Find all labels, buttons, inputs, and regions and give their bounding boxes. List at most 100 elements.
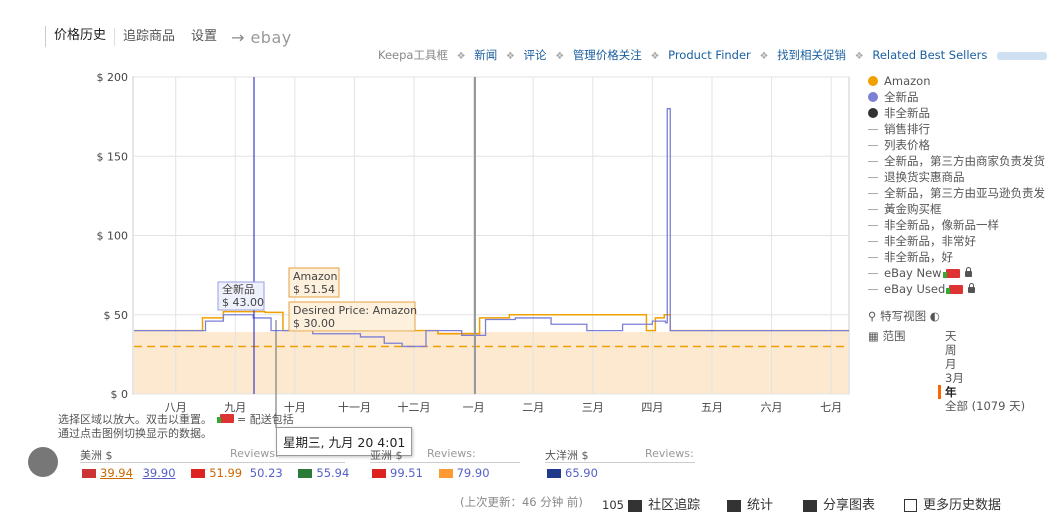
community-tracking-button[interactable]: 105 社区追踪 xyxy=(602,494,700,513)
globe-icon[interactable] xyxy=(28,447,58,477)
legend-used[interactable]: 非全新品 xyxy=(868,105,1045,121)
range-week[interactable]: 周 xyxy=(945,343,1025,357)
last-updated: (上次更新：46 分钟 前) xyxy=(460,494,583,510)
legend-item[interactable]: 列表价格 xyxy=(868,137,1045,153)
reviews-label: Reviews: xyxy=(427,447,476,460)
bar-chart-icon xyxy=(727,499,741,512)
range-all[interactable]: 全部 (1079 天) xyxy=(945,399,1025,413)
range-year[interactable]: 年 xyxy=(938,385,1025,399)
community-count: 105 xyxy=(602,498,624,512)
x-tick-label: 四月 xyxy=(641,401,663,414)
shipping-truck-icon xyxy=(942,268,960,278)
x-tick-label: 十月 xyxy=(284,400,306,414)
legend-item-label: eBay New xyxy=(884,266,942,280)
legend-item[interactable]: eBay New xyxy=(868,265,1045,281)
legend-item-label: 全新品，第三方由商家负责发货 xyxy=(884,154,1045,168)
tooltip-new-value: $ 43.00 xyxy=(222,296,264,309)
legend-item[interactable]: 退换货实惠商品 xyxy=(868,169,1045,185)
tooltip-new-label: 全新品 xyxy=(222,282,255,296)
ca-amazon-price[interactable]: 51.99 xyxy=(209,466,242,480)
community-icon xyxy=(628,499,643,512)
y-tick-label: $ 0 xyxy=(111,388,129,401)
new-dot-icon xyxy=(868,92,878,102)
y-tick-label: $ 50 xyxy=(104,309,129,322)
zoom-instruction: 选择区域以放大。双击以重置。 xyxy=(58,413,212,426)
chart-instructions: 选择区域以放大。双击以重置。 = 配送包括 通过点击图例切换显示的数据。 xyxy=(58,413,294,441)
x-tick-label: 十一月 xyxy=(338,400,371,414)
range-month[interactable]: 月 xyxy=(945,357,1025,371)
legend-item[interactable]: 非全新品，好 xyxy=(868,249,1045,265)
x-tick-label: 二月 xyxy=(522,401,544,414)
lock-icon xyxy=(968,283,976,293)
legend-item[interactable]: eBay Used xyxy=(868,281,1045,297)
range-day[interactable]: 天 xyxy=(945,329,1025,343)
legend-item-label: 黃金购买框 xyxy=(884,202,942,216)
community-label: 社区追踪 xyxy=(648,498,701,513)
legend-item[interactable]: 黃金购买框 xyxy=(868,201,1045,217)
toggle-icon: ◐ xyxy=(929,309,940,323)
more-history-button[interactable]: 更多历史数据 xyxy=(904,494,1001,513)
special-view-toggle[interactable]: ⚲ 特写视图 ◐ xyxy=(868,308,940,324)
legend-dash-icon xyxy=(868,240,878,242)
x-tick-label: 六月 xyxy=(761,401,783,414)
au-flag-icon xyxy=(547,469,561,478)
share-icon xyxy=(803,499,817,512)
instruction-line-1: 选择区域以放大。双击以重置。 = 配送包括 xyxy=(58,413,294,427)
shipping-truck-icon xyxy=(946,284,964,294)
legend-item[interactable]: 销售排行 xyxy=(868,121,1045,137)
tooltip-desired: Desired Price: Amazon $ 30.00 xyxy=(288,301,417,332)
legend-dash-icon xyxy=(868,192,878,194)
legend-item-label: 非全新品，好 xyxy=(884,250,953,264)
shipping-truck-icon xyxy=(216,414,234,423)
tooltip-amazon-label: Amazon xyxy=(293,270,337,283)
used-dot-icon xyxy=(868,108,878,118)
legend-new-label: 全新品 xyxy=(884,90,919,104)
range-label: 范围 xyxy=(882,329,906,343)
x-tick-label: 三月 xyxy=(582,401,604,414)
legend-item[interactable]: 非全新品，像新品一样 xyxy=(868,217,1045,233)
tooltip-new: 全新品 $ 43.00 xyxy=(217,281,265,311)
share-chart-button[interactable]: 分享图表 xyxy=(803,494,875,513)
amazon-dot-icon xyxy=(868,76,878,86)
legend-amazon[interactable]: Amazon xyxy=(868,73,1045,89)
range-selector: 天 周 月 3月 年 全部 (1079 天) xyxy=(938,329,1025,413)
us-amazon-price[interactable]: 39.94 xyxy=(100,466,133,480)
legend-item-label: 非全新品，像新品一样 xyxy=(884,218,999,232)
tooltip-amazon-value: $ 51.54 xyxy=(293,283,335,296)
tooltip-desired-value: $ 30.00 xyxy=(293,317,335,330)
special-view-label: 特写视图 xyxy=(880,309,927,323)
mx-new-price[interactable]: 55.94 xyxy=(316,466,349,480)
us-new-price[interactable]: 39.90 xyxy=(143,466,176,480)
range-3month[interactable]: 3月 xyxy=(945,371,1025,385)
stats-button[interactable]: 统计 xyxy=(727,494,773,513)
legend-new[interactable]: 全新品 xyxy=(868,89,1045,105)
chart-legend: Amazon 全新品 非全新品 销售排行 列表价格 全新品，第三方由商家负责发货 退换… xyxy=(868,73,1045,297)
legend-item[interactable]: 全新品，第三方由商家负责发货 xyxy=(868,153,1045,169)
region-title: 亚洲 $ xyxy=(370,449,403,462)
in-flag-icon xyxy=(438,469,453,478)
more-history-label: 更多历史数据 xyxy=(923,498,1002,513)
lock-icon xyxy=(964,267,972,277)
x-tick-label: 五月 xyxy=(701,401,723,414)
legend-item[interactable]: 全新品，第三方由亚马逊负责发 xyxy=(868,185,1045,201)
cn-flag-icon xyxy=(372,469,386,478)
region-values: 39.94 39.90 51.99 50.23 55.94 xyxy=(80,466,349,480)
ca-new-price[interactable]: 50.23 xyxy=(250,466,283,480)
legend-dash-icon xyxy=(868,144,878,146)
au-new-price[interactable]: 65.90 xyxy=(565,466,598,480)
tooltip-amazon: Amazon $ 51.54 xyxy=(288,267,340,298)
legend-amazon-label: Amazon xyxy=(884,74,931,88)
legend-item-label: 非全新品，非常好 xyxy=(884,234,976,248)
us-flag-icon xyxy=(82,469,96,478)
legend-item[interactable]: 非全新品，非常好 xyxy=(868,233,1045,249)
legend-instruction: 通过点击图例切换显示的数据。 xyxy=(58,427,212,440)
cn-new-price[interactable]: 99.51 xyxy=(390,466,423,480)
reviews-label: Reviews: xyxy=(230,447,279,460)
in-new-price[interactable]: 79.90 xyxy=(457,466,490,480)
stats-label: 统计 xyxy=(747,498,774,513)
search-icon: ⚲ xyxy=(868,309,877,323)
region-values: 65.90 xyxy=(545,466,695,480)
region-title: 美洲 $ xyxy=(80,449,113,462)
calendar-icon: ▦ xyxy=(868,329,879,343)
shipping-included-text: = 配送包括 xyxy=(237,413,294,426)
